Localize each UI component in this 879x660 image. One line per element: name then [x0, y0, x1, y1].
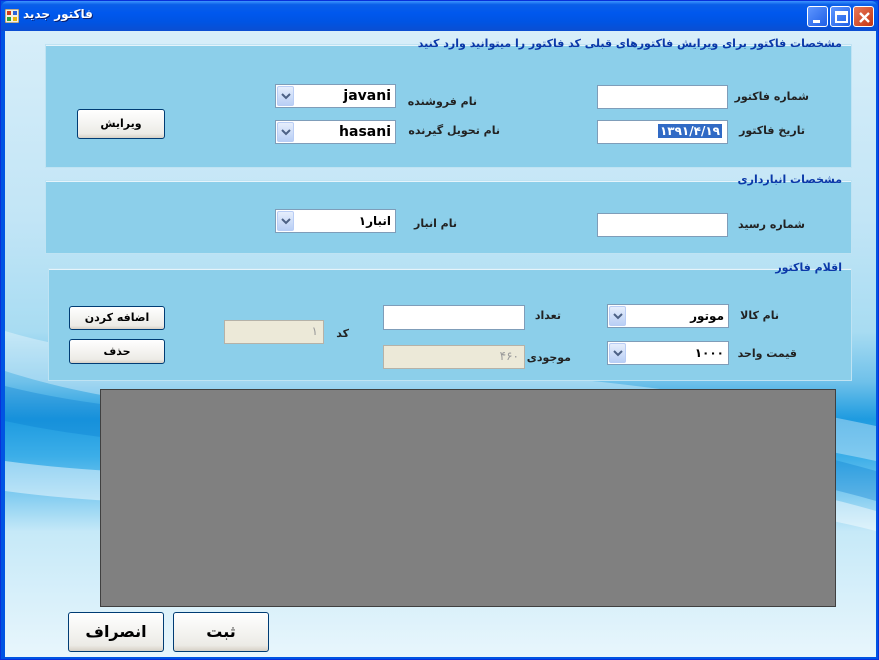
invoice-items-grid[interactable] [100, 389, 836, 607]
edit-button[interactable]: ویرایش [77, 109, 165, 139]
save-button[interactable]: ثبت [173, 612, 269, 652]
invoice-number-label: شماره فاکتور [734, 90, 809, 103]
code-label: کد [336, 327, 349, 340]
seller-value: javani [343, 88, 391, 104]
stock-field: ۴۶۰ [383, 345, 525, 369]
receiver-value: hasani [339, 124, 391, 140]
chevron-down-icon [613, 313, 623, 320]
delete-item-button[interactable]: حذف [69, 339, 165, 364]
maximize-button[interactable] [830, 6, 851, 27]
invoice-details-group: مشخصات فاکتور برای ویرایش فاکتورهای قبلی… [45, 37, 852, 168]
form-icon [5, 9, 19, 23]
product-label: نام کالا [740, 309, 779, 322]
receiver-label: نام تحویل گیرنده [408, 124, 500, 137]
seller-combobox[interactable]: javani [275, 84, 396, 108]
warehouse-group-legend: مشخصات انبارداری [737, 173, 842, 186]
unit-price-value: ۱۰۰۰ [694, 346, 724, 360]
receipt-number-field[interactable] [597, 213, 728, 237]
invoice-group-legend: مشخصات فاکتور برای ویرایش فاکتورهای قبلی… [417, 37, 842, 50]
chevron-down-icon [281, 129, 291, 136]
form-client-area: مشخصات فاکتور برای ویرایش فاکتورهای قبلی… [5, 31, 876, 657]
product-dropdown-button[interactable] [609, 306, 626, 326]
minimize-button[interactable] [807, 6, 828, 27]
warehouse-dropdown-button[interactable] [277, 211, 294, 231]
unit-price-label: قیمت واحد [737, 347, 797, 360]
chevron-down-icon [281, 218, 291, 225]
warehouse-details-group: مشخصات انبارداری شماره رسید نام انبار ان… [45, 173, 852, 254]
code-field: ۱ [224, 320, 324, 344]
close-icon [859, 12, 870, 23]
maximize-icon [835, 11, 848, 23]
group-rule [46, 181, 851, 182]
invoice-items-group: اقلام فاکتور نام کالا موتور قیمت واحد ۱۰… [48, 261, 852, 381]
window-title: فاکتور جدید [23, 7, 93, 21]
product-value: موتور [690, 309, 724, 323]
receiver-dropdown-button[interactable] [277, 122, 294, 142]
chevron-down-icon [613, 350, 623, 357]
unit-price-dropdown-button[interactable] [609, 343, 626, 363]
items-group-legend: اقلام فاکتور [775, 261, 842, 274]
invoice-date-field[interactable]: ۱۳۹۱/۴/۱۹ [597, 120, 728, 144]
title-bar[interactable]: فاکتور جدید [1, 1, 878, 31]
stock-label: موجودی [526, 351, 571, 364]
quantity-label: تعداد [534, 309, 561, 322]
form-window: فاکتور جدید مشخصات فاکتور برای ویرایش فا… [0, 0, 879, 660]
warehouse-label: نام انبار [413, 217, 457, 230]
minimize-icon [813, 20, 820, 23]
group-rule [49, 269, 851, 270]
warehouse-combobox[interactable]: انبار۱ [275, 209, 396, 233]
unit-price-combobox[interactable]: ۱۰۰۰ [607, 341, 729, 365]
invoice-number-field[interactable] [597, 85, 728, 109]
cancel-button[interactable]: انصراف [68, 612, 164, 652]
product-combobox[interactable]: موتور [607, 304, 729, 328]
add-item-button[interactable]: اضافه کردن [69, 306, 165, 330]
warehouse-value: انبار۱ [358, 214, 391, 228]
quantity-field[interactable] [383, 305, 525, 330]
seller-dropdown-button[interactable] [277, 86, 294, 106]
seller-label: نام فروشنده [407, 95, 477, 108]
close-button[interactable] [853, 6, 874, 27]
invoice-date-label: تاریخ فاکتور [739, 124, 805, 137]
chevron-down-icon [281, 93, 291, 100]
receipt-number-label: شماره رسید [738, 218, 805, 231]
receiver-combobox[interactable]: hasani [275, 120, 396, 144]
